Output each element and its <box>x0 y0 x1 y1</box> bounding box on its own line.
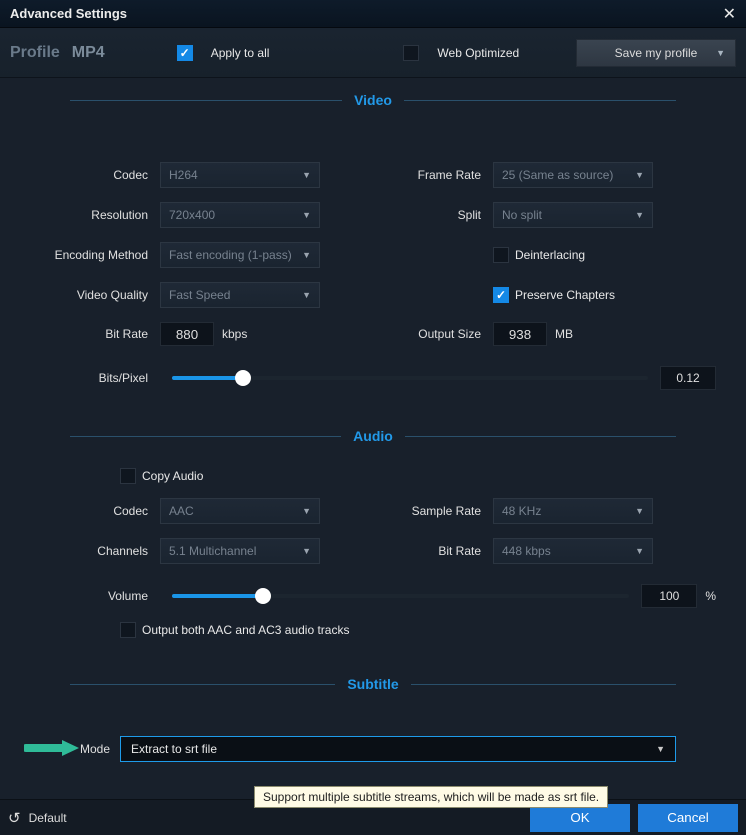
resolution-select[interactable]: 720x400▼ <box>160 202 320 228</box>
output-both-label: Output both AAC and AC3 audio tracks <box>142 623 349 637</box>
slider-thumb[interactable] <box>235 370 251 386</box>
split-select[interactable]: No split▼ <box>493 202 653 228</box>
video-codec-label: Codec <box>30 168 160 182</box>
chevron-down-icon: ▼ <box>302 250 311 260</box>
slider-thumb[interactable] <box>255 588 271 604</box>
bitspixel-value: 0.12 <box>660 366 716 390</box>
arrow-pointer-icon <box>24 738 84 758</box>
topbar: Profile MP4 Apply to all Web Optimized S… <box>0 28 746 78</box>
web-optimized-label: Web Optimized <box>437 46 519 60</box>
video-form: Codec H264▼ Frame Rate 25 (Same as sourc… <box>0 122 746 414</box>
bitspixel-label: Bits/Pixel <box>30 371 160 385</box>
chevron-down-icon: ▼ <box>635 546 644 556</box>
channels-select[interactable]: 5.1 Multichannel▼ <box>160 538 320 564</box>
save-profile-button[interactable]: Save my profile ▼ <box>576 39 736 67</box>
default-button[interactable]: ↺ Default <box>8 809 67 827</box>
output-size-input[interactable] <box>493 322 547 346</box>
copy-audio-label: Copy Audio <box>142 469 203 483</box>
preserve-chapters-checkbox[interactable] <box>493 287 509 303</box>
video-quality-label: Video Quality <box>30 288 160 302</box>
video-bitrate-unit: kbps <box>222 327 247 341</box>
audio-section-header: Audio <box>0 414 746 458</box>
output-size-label: Output Size <box>373 327 493 341</box>
audio-bitrate-select[interactable]: 448 kbps▼ <box>493 538 653 564</box>
profile-label: Profile <box>10 44 60 62</box>
samplerate-label: Sample Rate <box>373 504 493 518</box>
output-both-checkbox[interactable] <box>120 622 136 638</box>
volume-value: 100 <box>641 584 697 608</box>
volume-unit: % <box>705 589 716 603</box>
channels-label: Channels <box>30 544 160 558</box>
video-codec-select[interactable]: H264▼ <box>160 162 320 188</box>
chevron-down-icon: ▼ <box>302 546 311 556</box>
profile-value: MP4 <box>72 44 105 62</box>
samplerate-select[interactable]: 48 KHz▼ <box>493 498 653 524</box>
audio-codec-select[interactable]: AAC▼ <box>160 498 320 524</box>
subtitle-row: Mode Extract to srt file ▼ <box>0 736 746 762</box>
split-label: Split <box>373 208 493 222</box>
cancel-button[interactable]: Cancel <box>638 804 738 832</box>
framerate-label: Frame Rate <box>373 168 493 182</box>
chevron-down-icon: ▼ <box>302 170 311 180</box>
video-bitrate-input[interactable] <box>160 322 214 346</box>
subtitle-tooltip: Support multiple subtitle streams, which… <box>254 786 608 808</box>
apply-to-all-checkbox[interactable] <box>177 45 193 61</box>
chevron-down-icon: ▼ <box>635 170 644 180</box>
subtitle-section-header: Subtitle <box>0 662 746 706</box>
window-title: Advanced Settings <box>10 6 127 21</box>
deinterlacing-checkbox[interactable] <box>493 247 509 263</box>
chevron-down-icon: ▼ <box>656 744 665 754</box>
video-quality-select[interactable]: Fast Speed▼ <box>160 282 320 308</box>
audio-form: Copy Audio Codec AAC▼ Sample Rate 48 KHz… <box>0 458 746 662</box>
audio-bitrate-label: Bit Rate <box>373 544 493 558</box>
reset-icon: ↺ <box>8 809 21 827</box>
volume-label: Volume <box>30 589 160 603</box>
chevron-down-icon: ▼ <box>302 506 311 516</box>
volume-slider[interactable] <box>172 594 629 598</box>
chevron-down-icon: ▼ <box>302 290 311 300</box>
chevron-down-icon: ▼ <box>716 48 725 58</box>
web-optimized-checkbox[interactable] <box>403 45 419 61</box>
framerate-select[interactable]: 25 (Same as source)▼ <box>493 162 653 188</box>
chevron-down-icon: ▼ <box>302 210 311 220</box>
deinterlacing-label: Deinterlacing <box>515 248 585 262</box>
output-size-unit: MB <box>555 327 573 341</box>
copy-audio-checkbox[interactable] <box>120 468 136 484</box>
apply-to-all-label: Apply to all <box>211 46 270 60</box>
video-bitrate-label: Bit Rate <box>30 327 160 341</box>
bitspixel-slider[interactable] <box>172 376 648 380</box>
save-profile-label: Save my profile <box>615 46 698 60</box>
close-icon[interactable]: ✕ <box>723 4 736 24</box>
chevron-down-icon: ▼ <box>635 210 644 220</box>
audio-codec-label: Codec <box>30 504 160 518</box>
encoding-method-label: Encoding Method <box>30 248 160 262</box>
titlebar: Advanced Settings ✕ <box>0 0 746 28</box>
encoding-method-select[interactable]: Fast encoding (1-pass)▼ <box>160 242 320 268</box>
resolution-label: Resolution <box>30 208 160 222</box>
video-section-header: Video <box>0 78 746 122</box>
preserve-chapters-label: Preserve Chapters <box>515 288 615 302</box>
subtitle-mode-select[interactable]: Extract to srt file ▼ <box>120 736 676 762</box>
chevron-down-icon: ▼ <box>635 506 644 516</box>
